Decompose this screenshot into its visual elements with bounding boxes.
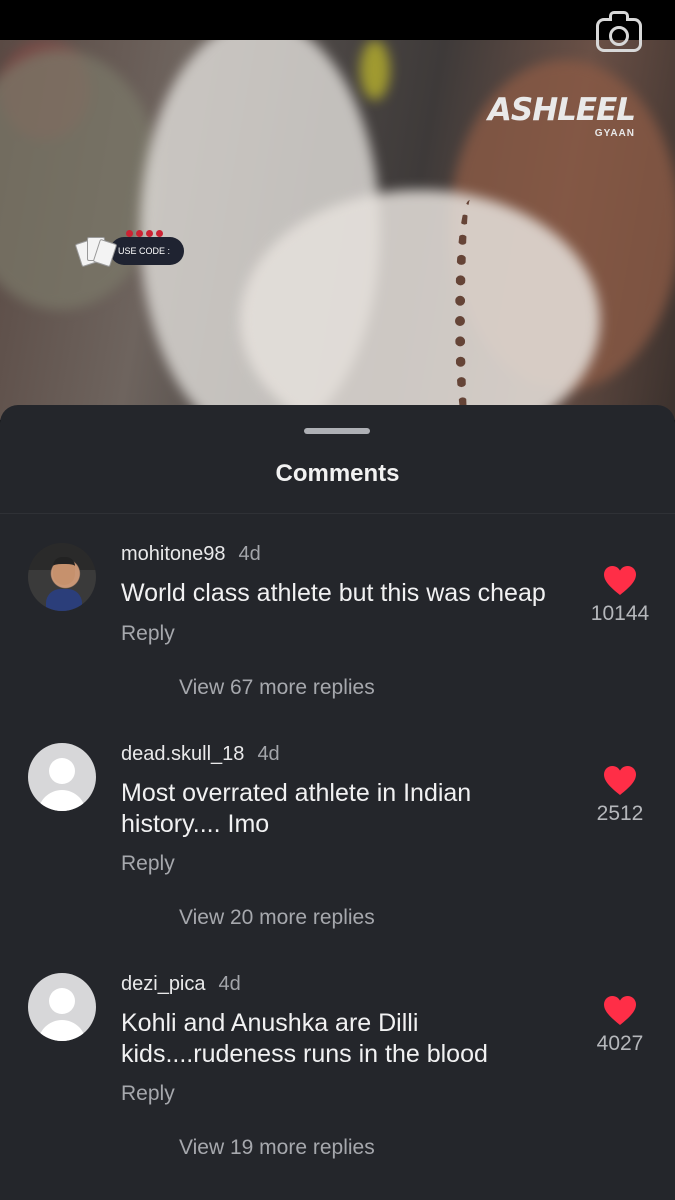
video-player[interactable]: ASHLEEL GYAAN USE CODE : bbox=[0, 40, 675, 420]
comment-text: Kohli and Anushka are Dilli kids....rude… bbox=[121, 1009, 488, 1068]
heart-icon bbox=[604, 996, 636, 1025]
comment-item: mohitone98 4d World class athlete but th… bbox=[0, 543, 675, 713]
watermark-subtitle: GYAAN bbox=[594, 128, 635, 139]
avatar-body bbox=[38, 790, 86, 811]
comments-title: Comments bbox=[275, 460, 400, 487]
avatar-body bbox=[46, 589, 82, 611]
comment-username[interactable]: dezi_pica bbox=[121, 973, 206, 996]
camera-icon-top bbox=[609, 11, 629, 21]
like-count: 4027 bbox=[596, 1032, 644, 1055]
camera-icon-lens bbox=[609, 26, 629, 46]
comment-item: dezi_pica 4d Kohli and Anushka are Dilli… bbox=[0, 973, 675, 1173]
reply-button[interactable]: Reply bbox=[121, 852, 175, 876]
comment-username[interactable]: mohitone98 bbox=[121, 543, 226, 566]
view-more-replies-button[interactable]: View 67 more replies bbox=[179, 676, 375, 700]
comment-meta: dead.skull_18 4d bbox=[121, 743, 280, 766]
avatar-body bbox=[38, 1020, 86, 1041]
default-avatar-icon bbox=[49, 758, 75, 784]
like-button[interactable]: 4027 bbox=[587, 996, 653, 1056]
default-avatar-icon bbox=[49, 988, 75, 1014]
channel-watermark: ASHLEEL GYAAN bbox=[487, 92, 636, 140]
avatar-head bbox=[53, 557, 75, 585]
view-more-replies-button[interactable]: View 19 more replies bbox=[179, 1136, 375, 1160]
like-count: 2512 bbox=[596, 802, 644, 825]
avatar[interactable] bbox=[28, 543, 96, 611]
comment-username[interactable]: dead.skull_18 bbox=[121, 743, 244, 766]
comment-time: 4d bbox=[218, 973, 241, 995]
card-suits-icon bbox=[126, 230, 176, 238]
watermark-title: ASHLEEL bbox=[487, 92, 636, 128]
video-frame-region bbox=[0, 50, 160, 310]
avatar[interactable] bbox=[28, 973, 96, 1041]
comment-item: dead.skull_18 4d Most overrated athlete … bbox=[0, 743, 675, 943]
playing-cards-icon bbox=[74, 233, 118, 269]
comment-meta: dezi_pica 4d bbox=[121, 973, 241, 996]
drag-handle[interactable] bbox=[304, 428, 370, 434]
comment-text: Most overrated athlete in Indian history… bbox=[121, 779, 472, 838]
comment-time: 4d bbox=[238, 543, 261, 565]
promo-code-label: USE CODE : bbox=[110, 237, 185, 265]
divider bbox=[0, 513, 675, 514]
heart-icon bbox=[604, 566, 636, 595]
like-button[interactable]: 10144 bbox=[587, 566, 653, 626]
reply-button[interactable]: Reply bbox=[121, 1082, 175, 1106]
comment-text: World class athlete but this was cheap bbox=[121, 579, 546, 607]
top-bar bbox=[0, 0, 675, 40]
like-count: 10144 bbox=[590, 602, 650, 625]
avatar[interactable] bbox=[28, 743, 96, 811]
comment-meta: mohitone98 4d bbox=[121, 543, 261, 566]
like-button[interactable]: 2512 bbox=[587, 766, 653, 826]
video-frame-region bbox=[360, 40, 390, 100]
reply-button[interactable]: Reply bbox=[121, 622, 175, 646]
view-more-replies-button[interactable]: View 20 more replies bbox=[179, 906, 375, 930]
promo-overlay: USE CODE : bbox=[74, 230, 185, 270]
comments-sheet: Comments mohitone98 4d World class athle… bbox=[0, 405, 675, 1200]
camera-button[interactable] bbox=[596, 11, 642, 53]
comment-time: 4d bbox=[257, 743, 280, 765]
heart-icon bbox=[604, 766, 636, 795]
